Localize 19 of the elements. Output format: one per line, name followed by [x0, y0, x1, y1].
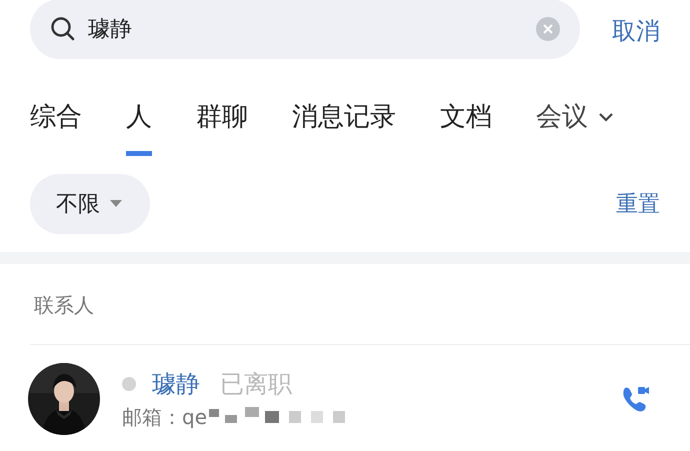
tab[interactable]: 群聊: [196, 78, 248, 156]
status-dot-icon: [122, 376, 136, 390]
tab[interactable]: 综合: [30, 78, 82, 156]
email-label: 邮箱：: [122, 404, 182, 430]
tab[interactable]: 会议: [536, 78, 588, 156]
chevron-down-icon[interactable]: [598, 112, 614, 122]
email-text: qe: [182, 405, 207, 429]
tab[interactable]: 文档: [440, 78, 492, 156]
search-field[interactable]: 璩静: [30, 0, 580, 59]
filter-dropdown[interactable]: 不限: [30, 174, 150, 234]
tab[interactable]: 消息记录: [292, 78, 396, 156]
reset-button[interactable]: 重置: [616, 189, 660, 219]
contact-status: 已离职: [220, 368, 292, 400]
cancel-button[interactable]: 取消: [612, 15, 660, 47]
search-icon: [50, 16, 76, 42]
caret-icon: [110, 200, 122, 208]
section-title: 联系人: [33, 292, 95, 319]
contact-name[interactable]: 璩静: [152, 368, 200, 400]
search-text: 璩静: [88, 16, 133, 44]
